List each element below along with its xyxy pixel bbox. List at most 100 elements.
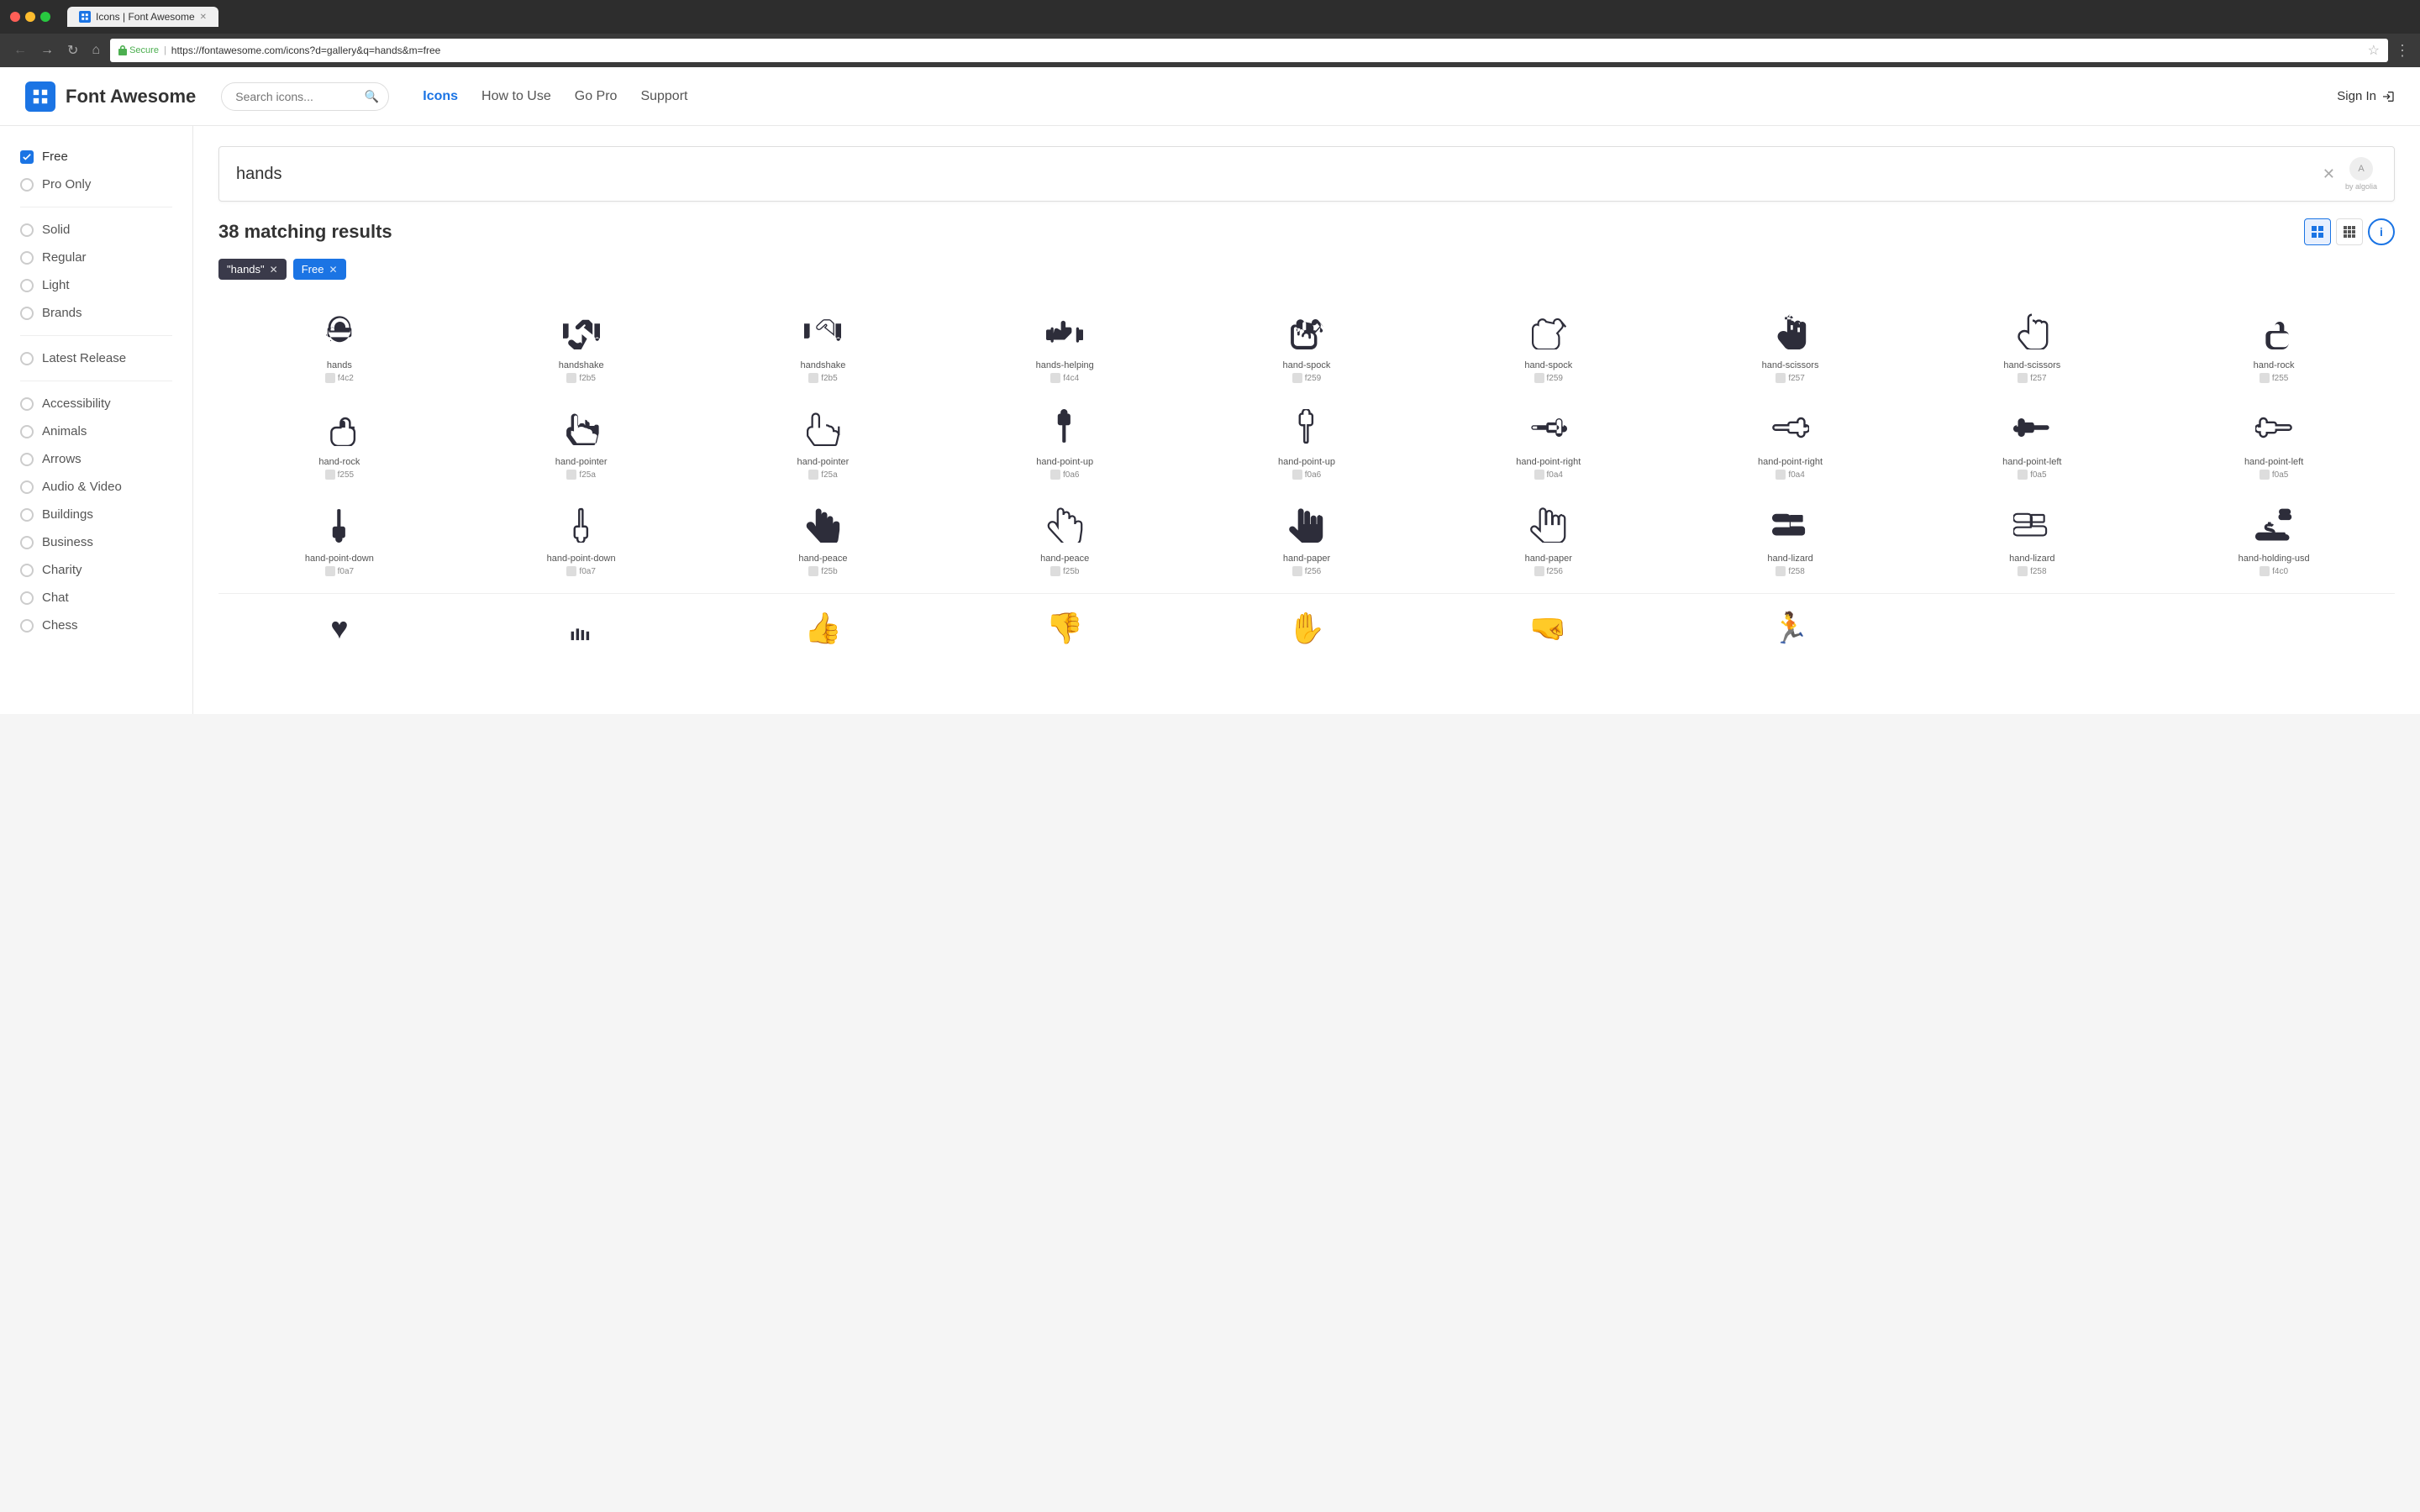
arrows-radio[interactable] [20,453,34,466]
info-btn[interactable]: i [2368,218,2395,245]
sign-in-btn[interactable]: Sign In [2337,89,2395,103]
icon-item-hand-scissors-1[interactable]: hand-scissors f257 [1670,297,1912,393]
icon-item-hand-holding-usd[interactable]: hand-holding-usd f4c0 [2153,490,2395,586]
icon-glyph-hand-point-down-1 [321,503,358,545]
regular-radio[interactable] [20,251,34,265]
filter-tag-query-remove[interactable]: ✕ [270,264,278,276]
nav-how-to-use[interactable]: How to Use [481,89,551,104]
maximize-window-btn[interactable] [40,12,50,22]
brands-radio[interactable] [20,307,34,320]
sidebar-item-pro[interactable]: Pro Only [0,171,192,198]
icon-item-handshake-2[interactable]: handshake f2b5 [702,297,944,393]
filter-tag-free[interactable]: Free ✕ [293,259,346,280]
icon-item-placeholder-4[interactable]: 👎 [944,594,1186,668]
audio-video-radio[interactable] [20,480,34,494]
icon-glyph-handshake-2 [804,310,841,352]
icon-item-hand-rock-2[interactable]: hand-rock f255 [218,393,460,490]
sidebar-item-light[interactable]: Light [0,271,192,299]
search-clear-btn[interactable]: ✕ [2323,165,2335,183]
browser-menu-btn[interactable]: ⋮ [2395,42,2410,60]
refresh-btn[interactable]: ↻ [64,40,82,60]
home-btn[interactable]: ⌂ [88,41,103,60]
icon-item-placeholder-7[interactable]: 🏃 [1670,594,1912,668]
icon-item-hand-point-left-1[interactable]: hand-point-left f0a5 [1911,393,2153,490]
latest-radio[interactable] [20,352,34,365]
grid-small-btn[interactable] [2304,218,2331,245]
sidebar-item-charity[interactable]: Charity [0,556,192,584]
back-btn[interactable]: ← [10,41,30,60]
chat-radio[interactable] [20,591,34,605]
icon-item-placeholder-6[interactable]: 🤜 [1428,594,1670,668]
icon-item-hand-paper-2[interactable]: hand-paper f256 [1428,490,1670,586]
sidebar-item-business[interactable]: Business [0,528,192,556]
icon-item-hand-paper-1[interactable]: hand-paper f256 [1186,490,1428,586]
icon-item-hand-scissors-2[interactable]: hand-scissors f257 [1911,297,2153,393]
icon-item-placeholder-5[interactable]: ✋ [1186,594,1428,668]
accessibility-radio[interactable] [20,397,34,411]
filter-tag-query[interactable]: "hands" ✕ [218,259,287,280]
bookmark-btn[interactable]: ☆ [2368,42,2380,59]
sidebar-item-chat[interactable]: Chat [0,584,192,612]
sidebar-item-animals[interactable]: Animals [0,417,192,445]
sidebar-item-arrows[interactable]: Arrows [0,445,192,473]
sidebar-item-buildings[interactable]: Buildings [0,501,192,528]
charity-radio[interactable] [20,564,34,577]
icon-item-hand-pointer-1[interactable]: hand-pointer f25a [460,393,702,490]
active-tab[interactable]: Icons | Font Awesome ✕ [67,7,218,27]
icon-search-input[interactable] [236,165,2323,184]
icon-item-hand-point-up-1[interactable]: hand-point-up f0a6 [944,393,1186,490]
icon-item-hand-lizard-2[interactable]: hand-lizard f258 [1911,490,2153,586]
sidebar-item-free[interactable]: Free [0,143,192,171]
icon-item-placeholder-3[interactable]: 👍 [702,594,944,668]
minimize-window-btn[interactable] [25,12,35,22]
logo-link[interactable]: Font Awesome [25,81,196,112]
sidebar-item-solid[interactable]: Solid [0,216,192,244]
icon-item-hand-lizard-1[interactable]: hand-lizard f258 [1670,490,1912,586]
forward-btn[interactable]: → [37,41,57,60]
icon-item-hand-point-up-2[interactable]: hand-point-up f0a6 [1186,393,1428,490]
icon-item-hand-point-down-1[interactable]: hand-point-down f0a7 [218,490,460,586]
icon-item-hand-point-down-2[interactable]: hand-point-down f0a7 [460,490,702,586]
icon-name-handshake-2: handshake [801,360,846,370]
icon-item-hand-rock-1[interactable]: hand-rock f255 [2153,297,2395,393]
icon-item-hands-helping[interactable]: hands-helping f4c4 [944,297,1186,393]
icon-item-hand-spock-1[interactable]: hand-spock f259 [1186,297,1428,393]
icon-item-heart[interactable]: ♥ [218,594,460,668]
free-checkbox[interactable] [20,150,34,164]
close-window-btn[interactable] [10,12,20,22]
business-radio[interactable] [20,536,34,549]
icon-item-placeholder-2[interactable] [460,594,702,668]
solid-radio[interactable] [20,223,34,237]
nav-go-pro[interactable]: Go Pro [575,89,618,104]
chess-radio[interactable] [20,619,34,633]
nav-icons[interactable]: Icons [423,89,458,104]
icon-item-hand-spock-2[interactable]: hand-spock f259 [1428,297,1670,393]
icon-item-hand-peace-1[interactable]: hand-peace f25b [702,490,944,586]
main-layout: Free Pro Only Solid Regular [0,126,2420,714]
buildings-radio[interactable] [20,508,34,522]
animals-radio[interactable] [20,425,34,438]
sidebar-item-accessibility[interactable]: Accessibility [0,390,192,417]
icon-item-hand-point-left-2[interactable]: hand-point-left f0a5 [2153,393,2395,490]
filter-tag-free-remove[interactable]: ✕ [329,264,337,276]
light-radio[interactable] [20,279,34,292]
icon-item-hand-pointer-2[interactable]: hand-pointer f25a [702,393,944,490]
icon-item-hands[interactable]: hands f4c2 [218,297,460,393]
icon-item-hand-point-right-1[interactable]: hand-point-right f0a4 [1428,393,1670,490]
grid-large-btn[interactable] [2336,218,2363,245]
pro-radio[interactable] [20,178,34,192]
sidebar-item-regular[interactable]: Regular [0,244,192,271]
address-bar[interactable]: Secure | https://fontawesome.com/icons?d… [110,39,2388,62]
sidebar-item-chess[interactable]: Chess [0,612,192,639]
icon-item-hand-point-right-2[interactable]: hand-point-right f0a4 [1670,393,1912,490]
sidebar-item-latest[interactable]: Latest Release [0,344,192,372]
icon-item-handshake-1[interactable]: handshake f2b5 [460,297,702,393]
icon-item-hand-peace-2[interactable]: hand-peace f25b [944,490,1186,586]
sidebar-business-label: Business [42,535,93,549]
header-search-icon[interactable]: 🔍 [365,89,379,103]
tab-close-btn[interactable]: ✕ [200,13,207,22]
sidebar-item-audio-video[interactable]: Audio & Video [0,473,192,501]
icon-glyph-hand-scissors-1 [1772,310,1809,352]
nav-support[interactable]: Support [640,89,687,104]
sidebar-item-brands[interactable]: Brands [0,299,192,327]
